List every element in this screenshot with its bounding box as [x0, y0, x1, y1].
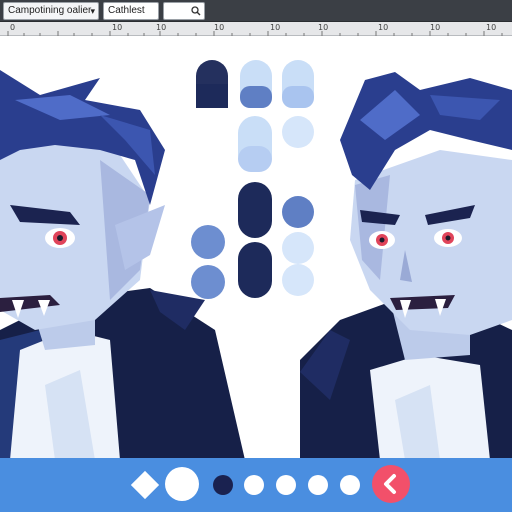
top-toolbar: Campotining oalier ▾ Cathlest	[0, 0, 512, 22]
search-field[interactable]	[163, 2, 205, 20]
back-button[interactable]	[372, 465, 410, 503]
swatch[interactable]	[282, 232, 314, 264]
chevron-down-icon: ▾	[90, 6, 95, 16]
large-circle-button[interactable]	[165, 467, 199, 501]
vampire-character-right[interactable]	[300, 72, 512, 458]
ruler-label: 10	[430, 23, 441, 32]
diamond-button[interactable]	[130, 470, 160, 500]
dot-button-4[interactable]	[340, 475, 360, 495]
horizontal-ruler[interactable]: 0 10 10 10 10 10 10 10 10	[0, 22, 512, 36]
layer-field[interactable]: Cathlest	[103, 2, 159, 20]
ruler-label: 10	[378, 23, 389, 32]
ruler-label: 10	[214, 23, 225, 32]
bottom-navigation-bar	[0, 458, 512, 512]
swatch[interactable]	[191, 265, 225, 299]
dot-button-2[interactable]	[276, 475, 296, 495]
chevron-left-icon	[384, 474, 396, 494]
ruler-label: 10	[486, 23, 497, 32]
swatch[interactable]	[282, 196, 314, 228]
swatch[interactable]	[238, 242, 272, 298]
layer-label: Cathlest	[108, 5, 145, 16]
ruler-label: 0	[10, 23, 16, 32]
ruler-label: 10	[318, 23, 329, 32]
artboard-canvas[interactable]	[0, 36, 512, 458]
vampire-character-left[interactable]	[0, 70, 245, 458]
document-label: Campotining oalier	[8, 5, 92, 16]
ruler-label: 10	[112, 23, 123, 32]
swatch[interactable]	[238, 182, 272, 238]
document-dropdown[interactable]: Campotining oalier ▾	[3, 2, 99, 20]
dot-button-3[interactable]	[308, 475, 328, 495]
ruler-label: 10	[270, 23, 281, 32]
swatch[interactable]	[282, 116, 314, 148]
search-icon[interactable]	[191, 6, 201, 16]
dot-button-1[interactable]	[244, 475, 264, 495]
ruler-label: 10	[156, 23, 167, 32]
swatch[interactable]	[191, 225, 225, 259]
color-palette[interactable]	[191, 60, 314, 299]
dark-dot-button[interactable]	[213, 475, 233, 495]
swatch[interactable]	[282, 264, 314, 296]
